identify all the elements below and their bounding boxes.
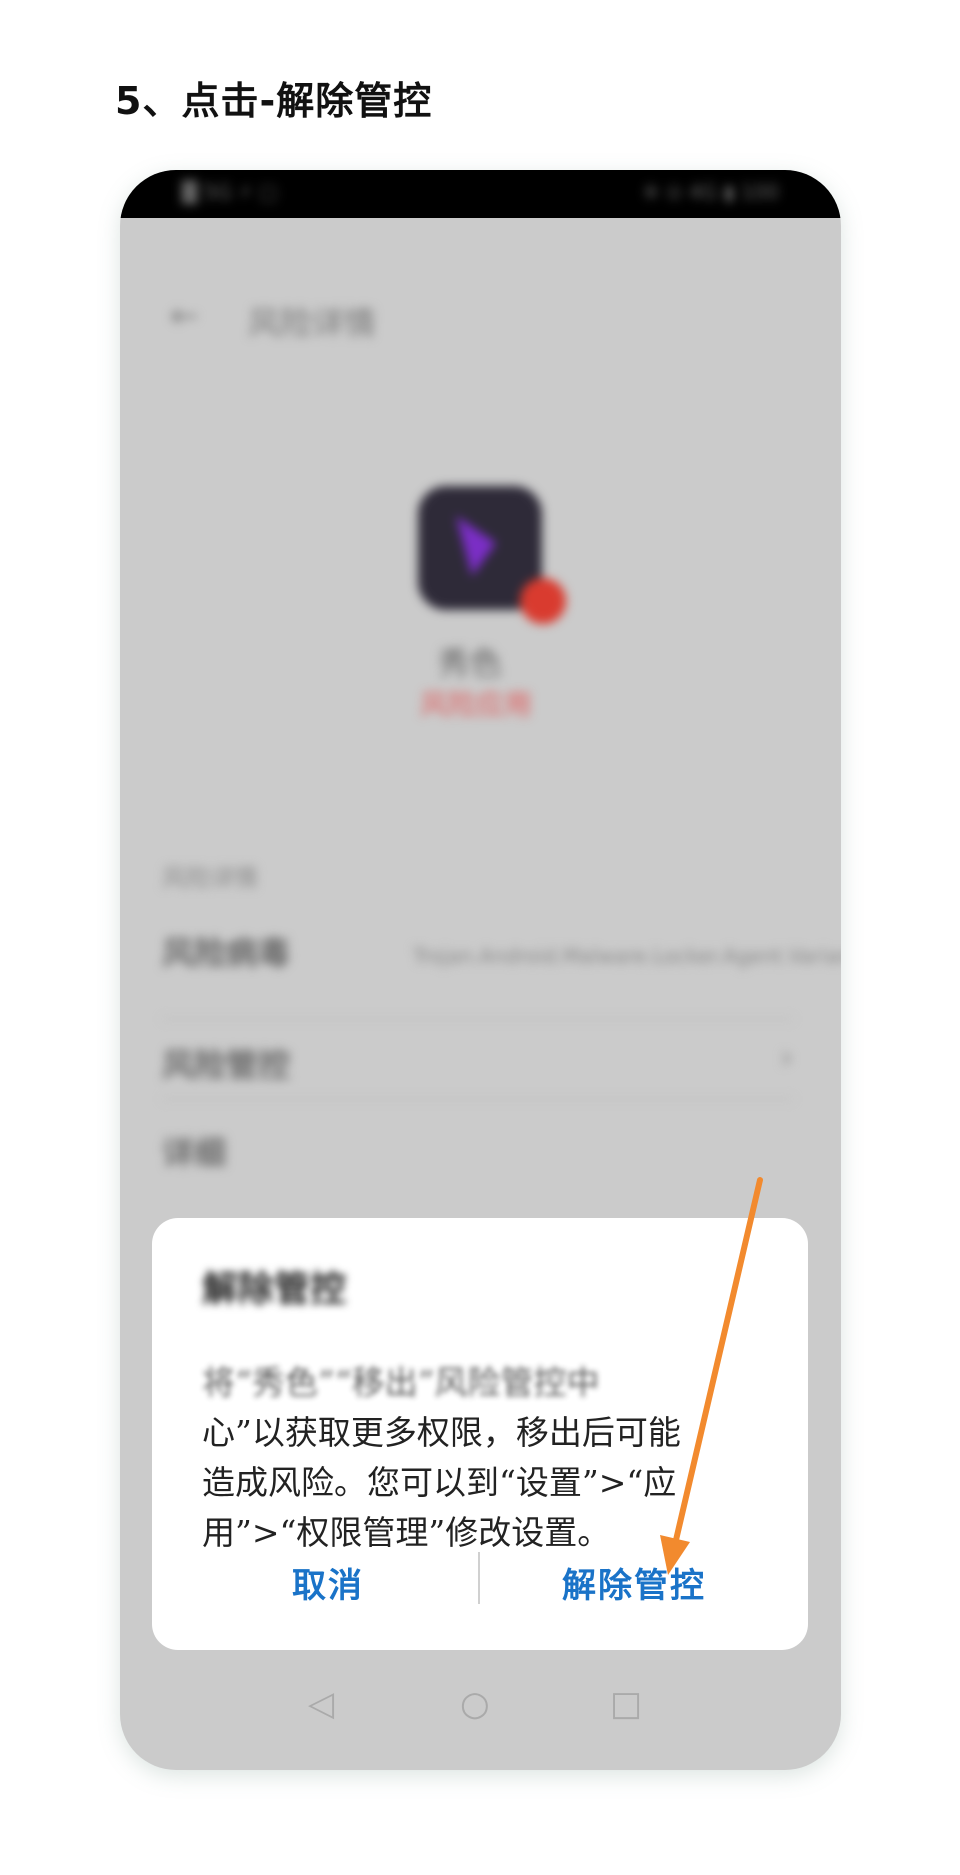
- status-bar: █ 5G ⚡ ▢ ※ ⊙ 4G ▮ 100: [120, 170, 841, 218]
- risk-badge-icon: [520, 578, 566, 624]
- step-title: 5、点击-解除管控: [115, 79, 433, 123]
- cancel-button[interactable]: 取消: [292, 1558, 364, 1607]
- section-label: 风险详情: [162, 864, 258, 892]
- nav-back-icon[interactable]: ◁: [308, 1684, 334, 1724]
- nav-bar: ◁ ○ □: [120, 1680, 841, 1740]
- nav-recent-icon[interactable]: □: [610, 1684, 642, 1724]
- dialog-message-line-2: 心”以获取更多权限，移出后可能: [202, 1413, 681, 1452]
- row-virus-label: 风险病毒: [162, 934, 291, 972]
- app-name: 秀色: [438, 644, 503, 682]
- dialog-actions: 取消 解除管控: [152, 1530, 808, 1650]
- phone-screen: █ 5G ⚡ ▢ ※ ⊙ 4G ▮ 100 ← 风险详情 秀色 风险应用 风险详…: [120, 170, 841, 1770]
- status-left: █ 5G ⚡ ▢: [182, 180, 278, 204]
- status-right: ※ ⊙ 4G ▮ 100: [642, 180, 779, 204]
- row-divider: [162, 1098, 793, 1100]
- back-arrow-icon[interactable]: ←: [170, 296, 199, 336]
- row-virus-value: Trojan.Android.Malware.Locker.Agent.Vari…: [413, 944, 841, 968]
- nav-home-icon[interactable]: ○: [460, 1684, 490, 1724]
- release-control-dialog: 解除管控 将“秀色”“移出”风险管控中 心”以获取更多权限，移出后可能 造成风险…: [152, 1218, 808, 1650]
- app-icon-glyph: [456, 516, 496, 576]
- row-divider: [162, 1018, 793, 1020]
- dialog-title: 解除管控: [202, 1269, 347, 1310]
- dialog-message: 将“秀色”“移出”风险管控中 心”以获取更多权限，移出后可能 造成风险。您可以到…: [202, 1358, 772, 1558]
- risk-status: 风险应用: [420, 688, 533, 721]
- row-detail-label[interactable]: 详细: [162, 1128, 226, 1174]
- row-control-label[interactable]: 风险管控: [162, 1040, 290, 1086]
- release-control-button[interactable]: 解除管控: [562, 1558, 706, 1607]
- button-divider: [478, 1552, 480, 1604]
- screen-title: 风险详情: [248, 304, 377, 342]
- chevron-right-icon: ›: [780, 1038, 793, 1076]
- dialog-message-line-1: 将“秀色”“移出”风险管控中: [202, 1363, 600, 1402]
- dialog-message-line-3: 造成风险。您可以到“设置”>“应: [202, 1463, 677, 1502]
